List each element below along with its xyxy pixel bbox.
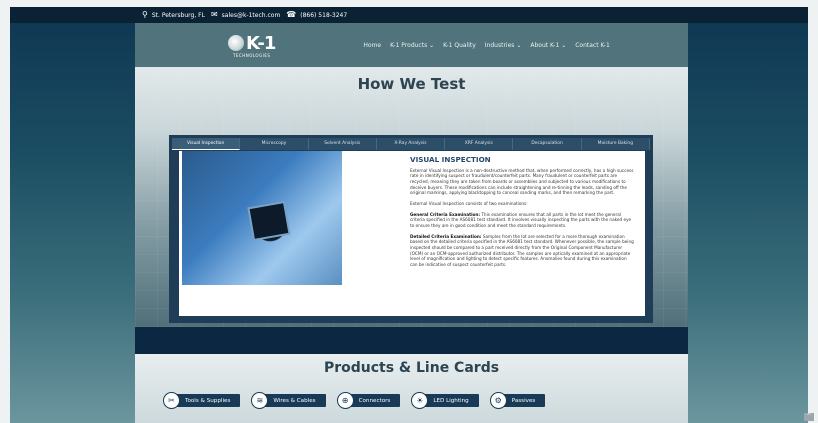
card-led-lighting[interactable]: ☀ LED Lighting (411, 392, 479, 409)
tab-solvent-analysis[interactable]: Solvent Analysis (309, 138, 377, 150)
phone-item[interactable]: ☎ (866) 518-3247 (286, 11, 347, 19)
microchip-image (249, 203, 289, 239)
tools-icon: ✂ (163, 392, 180, 409)
tab-microscopy[interactable]: Microscopy (240, 138, 309, 150)
nav-about[interactable]: About K-1 ⌄ (530, 42, 566, 49)
how-we-test-section: How We Test Visual Inspection Microscopy… (135, 67, 688, 327)
email-item[interactable]: ✉ sales@k-1tech.com (211, 11, 280, 19)
globe-icon (228, 35, 244, 51)
nav-quality[interactable]: K-1 Quality (443, 42, 476, 49)
card-tools-supplies[interactable]: ✂ Tools & Supplies (163, 392, 241, 409)
site-container: K-1 TECHNOLOGIES Home K-1 Products ⌄ K-1… (135, 23, 688, 423)
card-connectors[interactable]: ⊕ Connectors (336, 392, 401, 409)
phone-icon: ☎ (286, 10, 297, 19)
card-wires-cables[interactable]: ≋ Wires & Cables (251, 392, 326, 409)
connector-icon: ⊕ (336, 392, 354, 409)
products-title: Products & Line Cards (323, 360, 500, 376)
card-label: LED Lighting (433, 397, 469, 404)
card-label: Tools & Supplies (185, 397, 231, 404)
bulb-icon: ☀ (411, 392, 429, 409)
chip-photo (182, 151, 342, 285)
divider-band (135, 327, 688, 354)
consists-paragraph: External Visual Inspection consists of t… (410, 201, 528, 207)
site-header: K-1 TECHNOLOGIES Home K-1 Products ⌄ K-1… (135, 23, 688, 67)
nav-industries[interactable]: Industries ⌄ (485, 42, 522, 49)
nav-products[interactable]: K-1 Products ⌄ (390, 42, 434, 49)
card-label: Wires & Cables (273, 397, 316, 404)
main-nav: Home K-1 Products ⌄ K-1 Quality Industri… (363, 42, 609, 49)
tab-content: VISUAL INSPECTION External Visual Inspec… (179, 151, 645, 316)
intro-paragraph: External Visual Inspection is a non-dest… (410, 167, 634, 196)
scroll-to-top-button[interactable]: ^ (804, 413, 814, 421)
tab-xrf-analysis[interactable]: XRF Analysis (445, 138, 514, 150)
page-title: How We Test (357, 75, 466, 93)
tab-decapsulation[interactable]: Decapsulation (513, 138, 582, 150)
phone-link[interactable]: (866) 518-3247 (300, 12, 347, 19)
cable-icon: ≋ (251, 392, 269, 409)
inspection-text: VISUAL INSPECTION External Visual Inspec… (342, 151, 645, 316)
test-tabs-panel: Visual Inspection Microscopy Solvent Ana… (169, 135, 653, 323)
content-heading: VISUAL INSPECTION (410, 155, 491, 164)
detailed-criteria-paragraph: Detailed Criteria Examination: Samples f… (410, 234, 635, 268)
logo-text: K-1 (246, 32, 276, 54)
product-cards: ✂ Tools & Supplies ≋ Wires & Cables ⊕ Co… (163, 392, 546, 409)
envelope-icon: ✉ (210, 10, 218, 19)
tab-bar: Visual Inspection Microscopy Solvent Ana… (172, 138, 650, 150)
tab-visual-inspection[interactable]: Visual Inspection (172, 138, 241, 150)
nav-home[interactable]: Home (363, 42, 381, 49)
tab-xray-analysis[interactable]: X-Ray Analysis (377, 138, 446, 150)
products-section: Products & Line Cards ✂ Tools & Supplies… (135, 354, 688, 423)
detailed-criteria-label: Detailed Criteria Examination: (410, 233, 482, 239)
contact-bar: ⚲ St. Petersburg, FL ✉ sales@k-1tech.com… (10, 7, 808, 23)
card-passives[interactable]: ⚙ Passives (489, 392, 546, 409)
location-pin-icon: ⚲ (142, 10, 148, 19)
card-label: Passives (511, 397, 536, 404)
card-label: Connectors (358, 397, 391, 404)
passive-icon: ⚙ (489, 392, 507, 409)
nav-contact[interactable]: Contact K-1 (575, 42, 610, 49)
location-text: St. Petersburg, FL (151, 11, 205, 19)
detailed-criteria-text: Samples from the lot are selected for a … (410, 233, 634, 268)
location-item: ⚲ St. Petersburg, FL (142, 11, 205, 19)
tab-moisture-baking[interactable]: Moisture Baking (582, 138, 650, 150)
email-link[interactable]: sales@k-1tech.com (222, 12, 281, 19)
general-criteria-paragraph: General Criteria Examination: This exami… (410, 212, 635, 229)
logo-subtitle: TECHNOLOGIES (232, 52, 271, 58)
k1-logo[interactable]: K-1 TECHNOLOGIES (228, 32, 276, 58)
general-criteria-label: General Criteria Examination: (410, 211, 481, 217)
